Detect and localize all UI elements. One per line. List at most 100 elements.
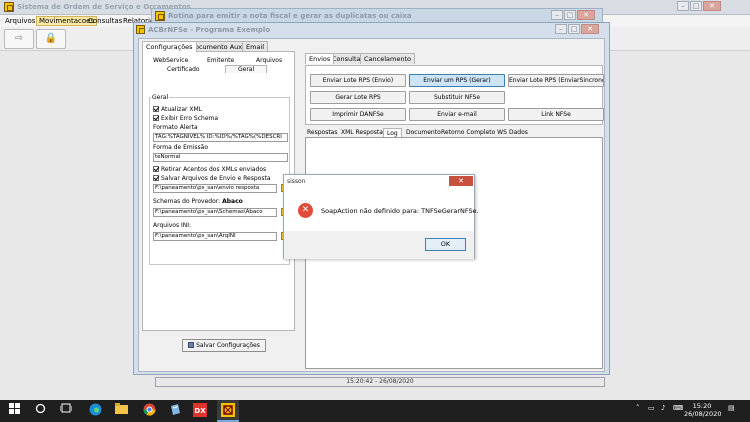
chrome-icon[interactable]	[141, 403, 157, 419]
arquivos-ini-label: Arquivos INI:	[153, 222, 192, 229]
windows-taskbar: DX ˄ ▭ ♪ ⌨ 15:20 26/08/2020 ▤	[0, 400, 750, 422]
app-logo-icon	[4, 2, 14, 12]
close-icon[interactable]: ✕	[581, 24, 599, 34]
imprimir-danfse-button[interactable]: Imprimir DANFSe	[310, 108, 406, 121]
enviar-lote-rps-sincrono-button[interactable]: Enviar Lote RPS (EnviarSincrono)	[508, 74, 604, 87]
invoice-routine-window-controls: – □ ✕	[550, 10, 595, 20]
lock-button[interactable]: 🔒	[36, 29, 66, 49]
retirar-acentos-checkbox[interactable]: Retirar Acentos dos XMLs enviados	[153, 165, 266, 173]
background-window-controls: – □ ✕	[676, 1, 721, 11]
tray-chevron-icon[interactable]: ˄	[636, 404, 640, 412]
windows-start-icon[interactable]	[6, 403, 22, 419]
envio-resposta-path-input[interactable]: F:\paneamento\ps_san\envio resposta	[153, 184, 277, 193]
forma-emissao-select[interactable]: teNormal	[153, 153, 288, 162]
tab-dados[interactable]: Dados	[509, 129, 528, 136]
maximize-icon[interactable]: □	[564, 10, 576, 20]
tab-arquivos[interactable]: Arquivos	[256, 57, 282, 64]
tab-emitente[interactable]: Emitente	[207, 57, 234, 64]
salvar-arquivos-label: Salvar Arquivos de Envio e Resposta	[161, 175, 271, 182]
exit-button[interactable]: ⇨	[4, 29, 34, 49]
salvar-arquivos-checkbox[interactable]: Salvar Arquivos de Envio e Resposta	[153, 174, 271, 182]
formato-alerta-input[interactable]: TAG:%TAGNIVEL% ID:%ID%/%TAG%(%DESCRI	[153, 133, 288, 142]
schemas-path-input[interactable]: F:\paneamento\ps_san\Schemas\Abaco	[153, 208, 277, 217]
checkbox-checked-icon	[153, 115, 159, 121]
salvar-configuracoes-label: Salvar Configurações	[196, 342, 260, 349]
tab-certificado[interactable]: Certificado	[167, 66, 200, 73]
background-status-strip: 15:20:42 - 26/08/2020	[155, 377, 605, 387]
link-nfse-button[interactable]: Link NFSe	[508, 108, 604, 121]
task-view-icon[interactable]	[58, 403, 74, 419]
taskbar-clock[interactable]: 15:20 26/08/2020	[684, 402, 722, 418]
configuracoes-panel: WebService Emitente Arquivos Certificado…	[142, 51, 295, 331]
formato-alerta-label: Formato Alerta	[153, 124, 198, 131]
anydesk-icon[interactable]: DX	[192, 403, 208, 419]
checkbox-checked-icon	[153, 106, 159, 112]
tab-retorno-completo-ws[interactable]: Retorno Completo WS	[441, 129, 507, 136]
exibir-erro-schema-label: Exibir Erro Schema	[161, 115, 219, 122]
minimize-icon[interactable]: –	[677, 1, 689, 11]
save-disk-icon	[188, 341, 195, 348]
network-icon[interactable]: ▭	[648, 404, 655, 412]
notifications-icon[interactable]: ▤	[728, 404, 735, 412]
schemas-provider-name: Abaco	[222, 198, 243, 205]
acbrnfse-title-bar: ACBrNFSe - Programa Exemplo – □ ✕	[134, 23, 609, 37]
forma-emissao-label: Forma de Emissão	[153, 144, 209, 151]
error-dialog-title: sisson	[287, 178, 306, 185]
close-icon[interactable]: ✕	[449, 176, 473, 186]
error-message: SoapAction não definido para: TNFSeGerar…	[321, 207, 479, 215]
invoice-routine-title-bar: Rotina para emitir a nota fiscal e gerar…	[151, 8, 603, 23]
salvar-configuracoes-button[interactable]: Salvar Configurações	[182, 339, 266, 352]
svg-text:DX: DX	[194, 407, 206, 415]
keyboard-icon[interactable]: ⌨	[673, 404, 683, 412]
substituir-nfse-button[interactable]: Substituir NFSe	[409, 91, 505, 104]
close-icon[interactable]: ✕	[577, 10, 595, 20]
tab-configuracoes[interactable]: Configurações	[142, 41, 197, 52]
atualizar-xml-label: Atualizar XML	[161, 106, 202, 113]
error-icon: ✕	[298, 203, 313, 218]
schemas-provedor-label-text: Schemas do Provedor:	[153, 198, 221, 205]
envios-actions-box: Enviar Lote RPS (Envio) Enviar um RPS (G…	[305, 65, 604, 125]
gerar-lote-rps-button[interactable]: Gerar Lote RPS	[310, 91, 406, 104]
volume-icon[interactable]: ♪	[661, 404, 665, 412]
enviar-lote-rps-envio-button[interactable]: Enviar Lote RPS (Envio)	[310, 74, 406, 87]
tab-respostas[interactable]: Respostas	[307, 129, 337, 136]
ok-button[interactable]: OK	[425, 238, 466, 251]
tab-cancelamento[interactable]: Cancelamento	[360, 53, 415, 64]
maximize-icon[interactable]: □	[568, 24, 580, 34]
file-explorer-icon[interactable]	[113, 403, 129, 419]
retirar-acentos-label: Retirar Acentos dos XMLs enviados	[161, 166, 267, 173]
close-icon[interactable]: ✕	[703, 1, 721, 11]
error-dialog: sisson ✕ ✕ SoapAction não definido para:…	[283, 174, 479, 259]
enviar-um-rps-gerar-button[interactable]: Enviar um RPS (Gerar)	[409, 74, 505, 87]
tab-geral[interactable]: Geral	[225, 65, 268, 73]
menu-consultas[interactable]: Consultas	[88, 17, 122, 25]
exibir-erro-schema-checkbox[interactable]: Exibir Erro Schema	[153, 114, 218, 122]
tab-xml-resposta[interactable]: XML Resposta	[341, 129, 383, 136]
minimize-icon[interactable]: –	[555, 24, 567, 34]
exit-icon: ⇨	[14, 33, 24, 44]
minimize-icon[interactable]: –	[551, 10, 563, 20]
menu-arquivos[interactable]: Arquivos	[5, 17, 35, 25]
clock-date: 26/08/2020	[684, 410, 722, 418]
tab-envios[interactable]: Envios	[305, 53, 335, 64]
app-logo-icon	[155, 11, 165, 21]
checkbox-checked-icon	[153, 166, 159, 172]
delphi-icon[interactable]	[220, 403, 236, 419]
clock-time: 15:20	[692, 402, 712, 410]
error-dialog-title-bar: sisson ✕	[284, 175, 474, 188]
tab-documento[interactable]: Documento	[406, 129, 441, 136]
edge-icon[interactable]	[87, 403, 103, 419]
app-logo-icon	[136, 25, 145, 34]
enviar-email-button[interactable]: Enviar e-mail	[409, 108, 505, 121]
acbrnfse-window-controls: – □ ✕	[554, 24, 599, 34]
arquivos-ini-path-input[interactable]: F:\paneamento\ps_san\ArqINI	[153, 232, 277, 241]
forma-emissao-value: teNormal	[155, 154, 181, 160]
maximize-icon[interactable]: □	[690, 1, 702, 11]
app-icon[interactable]	[167, 403, 183, 419]
schemas-provedor-label: Schemas do Provedor: Abaco	[153, 198, 243, 205]
tab-webservice[interactable]: WebService	[153, 57, 188, 64]
search-icon[interactable]	[32, 403, 48, 419]
lock-icon: 🔒	[44, 33, 58, 44]
atualizar-xml-checkbox[interactable]: Atualizar XML	[153, 105, 202, 113]
checkbox-checked-icon	[153, 175, 159, 181]
